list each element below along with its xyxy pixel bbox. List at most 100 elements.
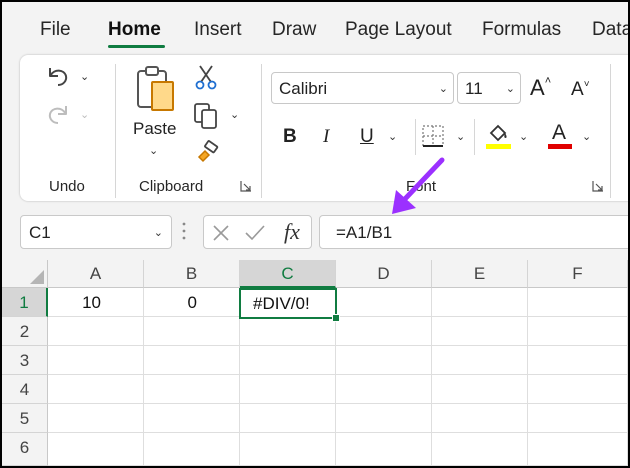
- column-header-a[interactable]: A: [48, 260, 144, 288]
- fill-color-dropdown-icon[interactable]: ⌄: [519, 130, 528, 143]
- font-dialog-launcher-icon[interactable]: [592, 180, 604, 192]
- increase-font-size-button[interactable]: A˄: [530, 75, 551, 101]
- borders-icon[interactable]: [420, 123, 446, 149]
- excel-window: File Home Insert Draw Page Layout Formul…: [2, 2, 628, 466]
- select-all-button[interactable]: [2, 260, 48, 288]
- tab-insert[interactable]: Insert: [194, 19, 242, 41]
- decrease-font-size-button[interactable]: A˅: [571, 79, 590, 101]
- group-divider: [115, 64, 116, 198]
- tab-draw[interactable]: Draw: [272, 19, 316, 41]
- cell-a4[interactable]: [48, 375, 144, 404]
- active-tab-indicator: [108, 45, 165, 48]
- tab-formulas[interactable]: Formulas: [482, 19, 561, 41]
- tab-home[interactable]: Home: [108, 19, 161, 41]
- paste-label[interactable]: Paste: [133, 119, 176, 139]
- select-all-icon: [30, 270, 44, 284]
- cell-b6[interactable]: [144, 433, 240, 466]
- cell-d4[interactable]: [336, 375, 432, 404]
- cell-a1[interactable]: 10: [48, 288, 144, 317]
- cell-d2[interactable]: [336, 317, 432, 346]
- cell-f2[interactable]: [528, 317, 628, 346]
- column-header-d[interactable]: D: [336, 260, 432, 288]
- cell-c5[interactable]: [240, 404, 336, 433]
- font-color-swatch: [548, 144, 572, 149]
- cell-d3[interactable]: [336, 346, 432, 375]
- clipboard-group-label: Clipboard: [139, 178, 204, 195]
- cell-c4[interactable]: [240, 375, 336, 404]
- cell-a2[interactable]: [48, 317, 144, 346]
- fill-handle[interactable]: [332, 314, 340, 322]
- cell-c6[interactable]: [240, 433, 336, 466]
- cell-f3[interactable]: [528, 346, 628, 375]
- enter-icon[interactable]: [244, 224, 266, 242]
- cell-e5[interactable]: [432, 404, 528, 433]
- cell-c3[interactable]: [240, 346, 336, 375]
- cancel-icon[interactable]: [212, 224, 230, 242]
- borders-dropdown-icon[interactable]: ⌄: [456, 130, 465, 143]
- copy-dropdown-icon[interactable]: ⌄: [230, 108, 239, 121]
- paste-dropdown-icon[interactable]: ⌄: [149, 144, 158, 157]
- column-header-f[interactable]: F: [528, 260, 628, 288]
- tab-page-layout[interactable]: Page Layout: [345, 19, 452, 41]
- column-header-e[interactable]: E: [432, 260, 528, 288]
- formula-input[interactable]: =A1/B1: [319, 215, 628, 249]
- cut-icon[interactable]: [194, 64, 218, 90]
- cell-d5[interactable]: [336, 404, 432, 433]
- tab-data[interactable]: Data: [592, 19, 628, 41]
- column-header-c[interactable]: C: [240, 260, 336, 288]
- copy-icon[interactable]: [193, 102, 221, 130]
- drag-handle-icon[interactable]: [182, 220, 186, 242]
- cell-d6[interactable]: [336, 433, 432, 466]
- cell-a5[interactable]: [48, 404, 144, 433]
- insert-function-icon[interactable]: fx: [284, 219, 300, 245]
- cell-b5[interactable]: [144, 404, 240, 433]
- fill-color-icon[interactable]: [483, 121, 513, 151]
- font-size-value: 11: [465, 79, 483, 98]
- underline-button[interactable]: U: [360, 126, 374, 148]
- clipboard-dialog-launcher-icon[interactable]: [240, 180, 252, 192]
- bold-button[interactable]: B: [283, 126, 297, 148]
- cell-e6[interactable]: [432, 433, 528, 466]
- selected-cell-c1[interactable]: #DIV/0!: [239, 288, 337, 319]
- cell-e3[interactable]: [432, 346, 528, 375]
- chevron-down-icon: ⌄: [438, 83, 448, 95]
- cell-e2[interactable]: [432, 317, 528, 346]
- font-color-dropdown-icon[interactable]: ⌄: [582, 130, 591, 143]
- cell-b2[interactable]: [144, 317, 240, 346]
- row-header-5[interactable]: 5: [2, 404, 48, 433]
- tab-file[interactable]: File: [40, 19, 71, 41]
- cell-f4[interactable]: [528, 375, 628, 404]
- cell-a3[interactable]: [48, 346, 144, 375]
- cell-b3[interactable]: [144, 346, 240, 375]
- row-header-1[interactable]: 1: [2, 288, 48, 317]
- format-painter-icon[interactable]: [194, 140, 220, 166]
- underline-dropdown-icon[interactable]: ⌄: [388, 130, 397, 143]
- divider: [474, 119, 475, 155]
- undo-icon[interactable]: [44, 64, 72, 90]
- italic-button[interactable]: I: [323, 126, 329, 148]
- undo-dropdown-icon[interactable]: ⌄: [80, 70, 89, 83]
- font-name-dropdown[interactable]: Calibri ⌄: [271, 72, 454, 104]
- column-header-b[interactable]: B: [144, 260, 240, 288]
- cell-b4[interactable]: [144, 375, 240, 404]
- group-divider: [610, 64, 611, 198]
- font-color-button[interactable]: A: [552, 121, 566, 145]
- cell-a6[interactable]: [48, 433, 144, 466]
- paste-icon[interactable]: [135, 64, 177, 114]
- row-header-6[interactable]: 6: [2, 433, 48, 466]
- cell-e4[interactable]: [432, 375, 528, 404]
- cell-b1[interactable]: 0: [144, 288, 240, 317]
- font-size-dropdown[interactable]: 11 ⌄: [457, 72, 521, 104]
- cell-e1[interactable]: [432, 288, 528, 317]
- row-header-4[interactable]: 4: [2, 375, 48, 404]
- cell-f6[interactable]: [528, 433, 628, 466]
- chevron-down-icon[interactable]: ⌄: [154, 226, 163, 239]
- row-header-3[interactable]: 3: [2, 346, 48, 375]
- cell-f5[interactable]: [528, 404, 628, 433]
- redo-dropdown-icon: ⌄: [80, 109, 90, 121]
- row-header-2[interactable]: 2: [2, 317, 48, 346]
- cell-d1[interactable]: [336, 288, 432, 317]
- cell-c2[interactable]: [240, 317, 336, 346]
- cell-f1[interactable]: [528, 288, 628, 317]
- name-box[interactable]: C1 ⌄: [20, 215, 172, 249]
